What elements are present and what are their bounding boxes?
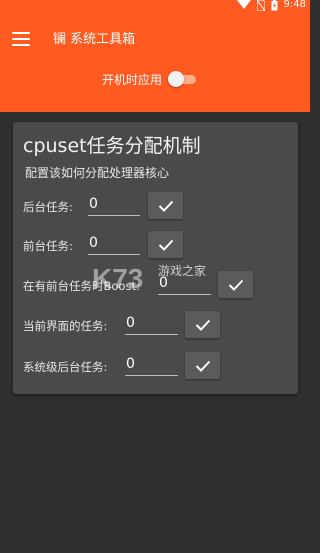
row-label: 系统级后台任务: (23, 360, 108, 374)
row-label: 在有前台任务时Boost: (23, 279, 140, 293)
wifi-icon (236, 0, 251, 9)
apply-system-background-button[interactable] (185, 352, 220, 379)
background-tasks-input[interactable]: 0 (88, 195, 140, 216)
row-system-background-tasks: 系统级后台任务: 0 (23, 352, 293, 380)
row-foreground-tasks: 前台任务: 0 (23, 231, 293, 259)
foreground-boost-input[interactable]: 0 (158, 274, 211, 295)
check-icon (158, 239, 173, 251)
foreground-tasks-input[interactable]: 0 (88, 234, 140, 255)
app-bar: 镧 系统工具箱 开机时应用 (0, 12, 310, 112)
system-background-tasks-input[interactable]: 0 (125, 355, 178, 376)
status-bar: 9:48 (0, 0, 310, 12)
card-title: cpuset任务分配机制 (23, 135, 201, 157)
card-subtitle: 配置该如何分配处理器核心 (25, 166, 170, 180)
check-icon (158, 200, 173, 212)
row-top-app-tasks: 当前界面的任务: 0 (23, 311, 293, 339)
row-label: 后台任务: (23, 200, 73, 214)
autostart-switch[interactable] (168, 70, 198, 88)
apply-foreground-button[interactable] (148, 231, 183, 258)
cpuset-card: cpuset任务分配机制 配置该如何分配处理器核心 后台任务: 0 前台任务: … (13, 122, 298, 394)
row-label: 当前界面的任务: (23, 319, 108, 333)
autostart-toggle-row: 开机时应用 (102, 70, 198, 88)
apply-background-button[interactable] (148, 192, 183, 219)
menu-icon[interactable] (12, 32, 30, 46)
app-title: 镧 系统工具箱 (53, 32, 136, 47)
row-background-tasks: 后台任务: 0 (23, 192, 293, 220)
status-icons: 9:48 (236, 0, 306, 11)
check-icon (228, 279, 243, 291)
apply-top-app-button[interactable] (185, 311, 220, 338)
switch-thumb (168, 71, 185, 87)
check-icon (195, 319, 210, 331)
check-icon (195, 360, 210, 372)
row-foreground-boost: 在有前台任务时Boost: 0 (23, 271, 293, 299)
status-time: 9:48 (283, 0, 306, 10)
no-sim-icon (256, 0, 265, 11)
battery-charging-icon (271, 0, 278, 10)
autostart-label: 开机时应用 (102, 72, 163, 87)
apply-boost-button[interactable] (218, 271, 253, 298)
row-label: 前台任务: (23, 239, 73, 253)
top-app-tasks-input[interactable]: 0 (125, 314, 178, 335)
